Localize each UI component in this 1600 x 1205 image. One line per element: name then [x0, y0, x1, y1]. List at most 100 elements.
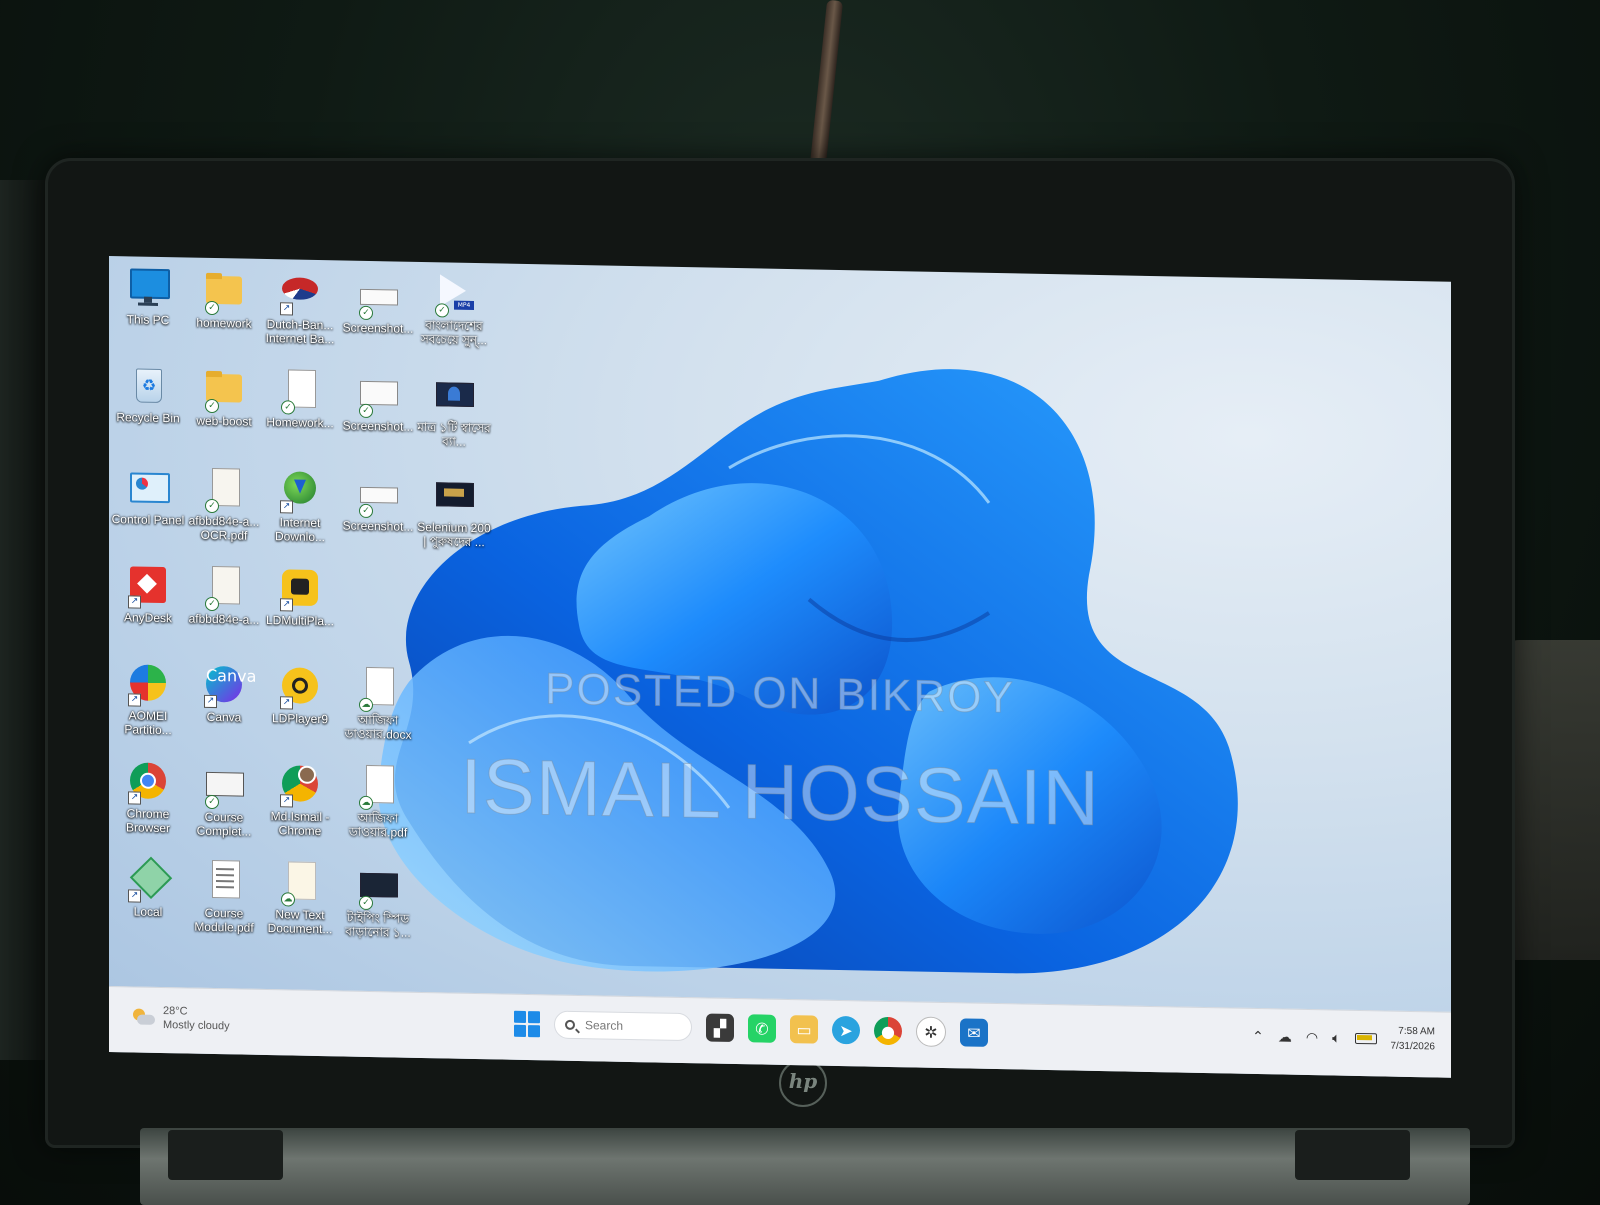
laptop-hinge: [140, 1128, 1470, 1205]
cloud-icon: ☁: [359, 697, 373, 713]
desktop-icon-folder[interactable]: ✓ homework: [185, 269, 263, 331]
aomei-icon: ↗: [126, 662, 170, 707]
desktop-icon-pdf[interactable]: ☁ আজিফা ডাওয়ার.pdf: [339, 764, 417, 840]
shortcut-arrow-icon: ↗: [280, 696, 293, 710]
shortcut-arrow-icon: ↗: [280, 794, 293, 808]
chevron-up-icon[interactable]: ⌃: [1252, 1027, 1264, 1044]
chrome-icon: ↗: [126, 760, 170, 805]
battery-icon[interactable]: [1354, 1032, 1377, 1044]
wifi-icon[interactable]: ◠: [1306, 1028, 1318, 1045]
onedrive-cloud-icon[interactable]: ☁: [1278, 1028, 1292, 1045]
desktop-icon-label: Md.Ismail - Chrome: [270, 809, 330, 839]
desktop-icon-course[interactable]: ✓ Course Complet...: [185, 763, 263, 839]
shortcut-arrow-icon: ↗: [204, 694, 217, 709]
desktop-icon-screenshot[interactable]: ✓ Screenshot...: [339, 472, 417, 534]
document-icon: [202, 859, 246, 903]
sync-check-icon: ✓: [205, 498, 219, 514]
desktop-icon-label: Control Panel: [111, 512, 185, 528]
outlook-icon[interactable]: ✉: [960, 1018, 988, 1047]
desktop-icon-label: LDMultiPla...: [265, 613, 335, 629]
desktop-icon-label: LDPlayer9: [271, 711, 329, 727]
desktop-icon-video[interactable]: MP4 ✓ বাংলাদেশের সবচেয়ে সুন্...: [415, 272, 493, 347]
desktop-icon-docx[interactable]: ☁ আজিফা ডাওয়ার.docx: [339, 666, 417, 742]
desktop-icon-pdf[interactable]: ✓ afbbd84e-a... OCR.pdf: [185, 467, 263, 543]
sync-check-icon: ✓: [281, 400, 295, 415]
shortcut-arrow-icon: ↗: [280, 500, 293, 514]
desktop-icon-folder[interactable]: ✓ web-boost: [185, 367, 263, 429]
document-icon: ✓: [202, 565, 246, 612]
desktop-icon-recycle-bin[interactable]: ♻ Recycle Bin: [109, 364, 187, 425]
chatgpt-icon[interactable]: ✲: [916, 1016, 946, 1048]
sync-check-icon: ✓: [205, 596, 219, 612]
desktop-icon-shortcut[interactable]: ↗ AOMEI Partitio...: [109, 662, 187, 737]
hinge-right: [1295, 1130, 1410, 1180]
document-icon: ✓: [202, 467, 246, 514]
desktop-icon-video[interactable]: ✓ টাইপিং স্পিড বাড়ানোর ১...: [339, 864, 417, 940]
desktop-icon-document[interactable]: ✓ Homework...: [261, 369, 339, 430]
sync-check-icon: ✓: [359, 895, 373, 911]
ldplayer-icon: ↗: [278, 665, 322, 710]
weather-widget[interactable]: 28°C Mostly cloudy: [131, 1003, 230, 1033]
desktop-icon-label: Internet Downlo...: [274, 515, 326, 545]
desktop-icon-text-document[interactable]: ☁ New Text Document...: [261, 861, 339, 936]
bank-icon: ↗: [278, 271, 322, 316]
desktop-icon-label: afbbd84e-a...: [188, 611, 260, 627]
chrome-icon[interactable]: ●: [874, 1016, 902, 1046]
desktop-icon-chrome[interactable]: ↗ Chrome Browser: [109, 760, 187, 835]
taskbar-search[interactable]: Search: [554, 1010, 692, 1042]
desktop-icon-video[interactable]: Selenium 200 | পুরুষদের ...: [415, 474, 493, 549]
desktop-icon-this-pc[interactable]: This PC: [109, 266, 187, 327]
image-file-icon: ✓: [356, 473, 400, 519]
desktop-icon-label: বাংলাদেশের সবচেয়ে সুন্...: [420, 318, 488, 348]
desktop-icon-shortcut[interactable]: ↗ LDMultiPla...: [261, 567, 339, 628]
telegram-icon[interactable]: ➤: [832, 1015, 860, 1045]
ldmultiplayer-icon: ↗: [278, 567, 322, 612]
hp-logo: hp: [779, 1059, 827, 1107]
anydesk-icon: ↗: [126, 564, 170, 609]
desktop-icon-shortcut[interactable]: ↗ Internet Downlo...: [261, 469, 339, 544]
task-view-icon[interactable]: ▞: [706, 1013, 734, 1043]
desktop-icon-label: আজিফা ডাওয়ার.pdf: [348, 810, 408, 840]
desktop-icon-pdf[interactable]: Course Module.pdf: [185, 859, 263, 935]
weather-description: Mostly cloudy: [163, 1019, 230, 1033]
desktop-icon-control-panel[interactable]: Control Panel: [109, 466, 187, 527]
desktop-icon-label: Course Complet...: [196, 809, 252, 839]
sync-check-icon: ✓: [359, 403, 373, 419]
desktop-icon-screenshot[interactable]: ✓ Screenshot...: [339, 372, 417, 434]
shortcut-arrow-icon: ↗: [128, 595, 141, 609]
whatsapp-icon[interactable]: ✆: [748, 1014, 776, 1043]
video-thumbnail-icon: [432, 374, 476, 417]
desktop-icon-label: Local: [133, 904, 163, 920]
desktop-icon-canva[interactable]: Canva ↗ Canva: [185, 663, 263, 725]
clock-date: 7/31/2026: [1390, 1040, 1436, 1053]
start-button[interactable]: [514, 1010, 540, 1038]
sync-check-icon: ✓: [205, 398, 219, 414]
video-thumbnail-icon: ✓: [356, 865, 400, 911]
document-icon: ☁: [356, 666, 400, 713]
desktop-icon-label: AnyDesk: [123, 610, 173, 626]
clock[interactable]: 7:58 AM 7/31/2026: [1391, 1024, 1436, 1055]
desktop-icon-ldplayer[interactable]: ↗ LDPlayer9: [261, 665, 339, 726]
chrome-profile-icon: ↗: [278, 763, 322, 808]
canva-icon: Canva ↗: [202, 664, 256, 709]
desktop-icon-screenshot[interactable]: ✓ Screenshot...: [339, 274, 417, 336]
desktop-icon-video[interactable]: মাত্র ১টি স্বাসের ব্যা...: [415, 374, 493, 449]
image-file-icon: ✓: [356, 275, 400, 321]
desktop-icon-anydesk[interactable]: ↗ AnyDesk: [109, 564, 187, 625]
desktop-icon-local[interactable]: ↗ Local: [109, 856, 187, 920]
cloud-icon: ☁: [359, 795, 373, 811]
volume-icon[interactable]: 🔈︎: [1332, 1029, 1340, 1046]
sync-check-icon: ✓: [359, 503, 373, 519]
file-explorer-icon[interactable]: ▭: [790, 1015, 818, 1044]
desktop-icon-label: Dutch-Ban... Internet Ba...: [265, 317, 335, 347]
desktop-icon-shortcut[interactable]: ↗ Dutch-Ban... Internet Ba...: [261, 271, 339, 346]
sync-check-icon: ✓: [205, 300, 219, 316]
desktop-icon-label: আজিফা ডাওয়ার.docx: [344, 712, 412, 742]
desktop-icon-label: Screenshot...: [342, 518, 414, 534]
desktop-icon-label: homework: [196, 315, 252, 331]
desktop-icon-label: টাইপিং স্পিড বাড়ানোর ১...: [345, 910, 411, 940]
sync-check-icon: ✓: [359, 305, 373, 321]
document-icon: ✓: [278, 369, 322, 415]
desktop-icon-pdf[interactable]: ✓ afbbd84e-a...: [185, 565, 263, 627]
desktop-icon-chrome-profile[interactable]: ↗ Md.Ismail - Chrome: [261, 763, 339, 838]
